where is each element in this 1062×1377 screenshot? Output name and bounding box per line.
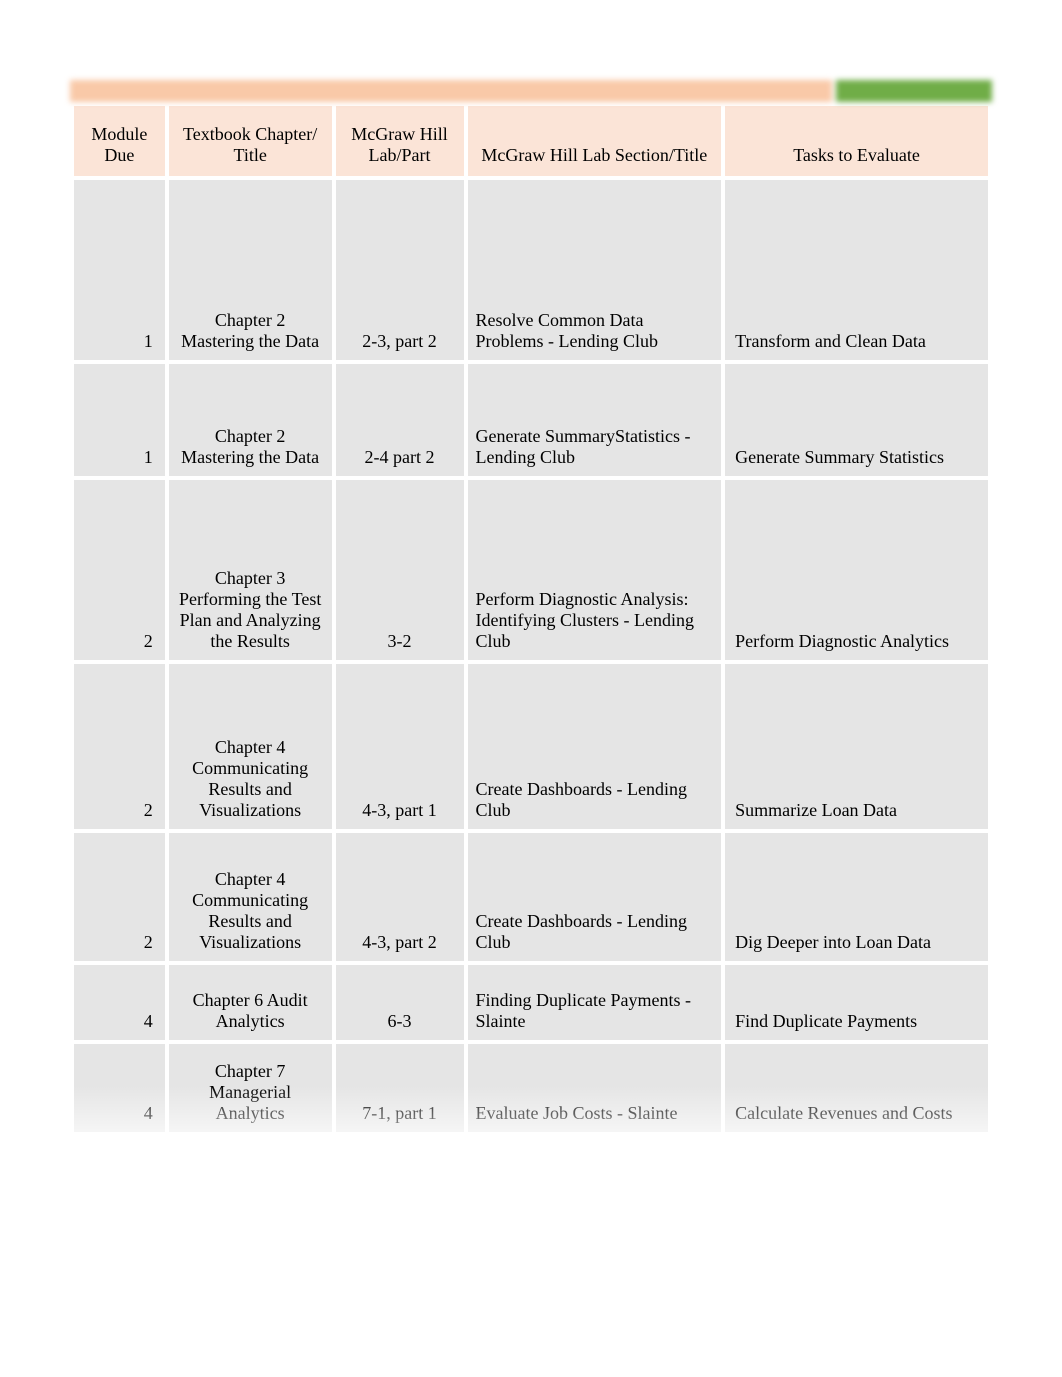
cell-lab: 7-1, part 1 [336, 1044, 464, 1132]
cell-module: 4 [74, 965, 165, 1040]
cell-section: Create Dashboards - Lending Club [468, 833, 722, 961]
schedule-table: Module Due Textbook Chapter/ Title McGra… [70, 102, 992, 1136]
cell-module: 4 [74, 1044, 165, 1132]
table-row: 2 Chapter 4 Communicating Results and Vi… [74, 833, 988, 961]
cell-lab: 6-3 [336, 965, 464, 1040]
cell-chapter: Chapter 2 Mastering the Data [169, 364, 332, 476]
cell-section: Generate SummaryStatistics - Lending Clu… [468, 364, 722, 476]
table-row: 2 Chapter 3 Performing the Test Plan and… [74, 480, 988, 660]
cell-section: Perform Diagnostic Analysis: Identifying… [468, 480, 722, 660]
table-row: 1 Chapter 2 Mastering the Data 2-3, part… [74, 180, 988, 360]
header-lab: McGraw Hill Lab/Part [336, 106, 464, 176]
cell-tasks: Find Duplicate Payments [725, 965, 988, 1040]
cell-lab: 3-2 [336, 480, 464, 660]
cell-lab: 2-3, part 2 [336, 180, 464, 360]
cell-tasks: Summarize Loan Data [725, 664, 988, 829]
table-row: 4 Chapter 7 Managerial Analytics 7-1, pa… [74, 1044, 988, 1132]
header-module: Module Due [74, 106, 165, 176]
top-accent-bar [70, 80, 992, 102]
cell-section: Resolve Common Data Problems - Lending C… [468, 180, 722, 360]
cell-chapter: Chapter 3 Performing the Test Plan and A… [169, 480, 332, 660]
table-row: 2 Chapter 4 Communicating Results and Vi… [74, 664, 988, 829]
table-row: 4 Chapter 6 Audit Analytics 6-3 Finding … [74, 965, 988, 1040]
cell-tasks: Perform Diagnostic Analytics [725, 480, 988, 660]
schedule-table-wrapper: Module Due Textbook Chapter/ Title McGra… [70, 80, 992, 1136]
cell-chapter: Chapter 4 Communicating Results and Visu… [169, 833, 332, 961]
cell-chapter: Chapter 4 Communicating Results and Visu… [169, 664, 332, 829]
header-tasks: Tasks to Evaluate [725, 106, 988, 176]
table-row: 1 Chapter 2 Mastering the Data 2-4 part … [74, 364, 988, 476]
cell-lab: 2-4 part 2 [336, 364, 464, 476]
cell-tasks: Calculate Revenues and Costs [725, 1044, 988, 1132]
cell-chapter: Chapter 6 Audit Analytics [169, 965, 332, 1040]
cell-section: Create Dashboards - Lending Club [468, 664, 722, 829]
cell-module: 2 [74, 833, 165, 961]
cell-module: 2 [74, 664, 165, 829]
cell-chapter: Chapter 2 Mastering the Data [169, 180, 332, 360]
cell-module: 1 [74, 180, 165, 360]
header-chapter: Textbook Chapter/ Title [169, 106, 332, 176]
cell-lab: 4-3, part 1 [336, 664, 464, 829]
accent-bar-peach-1 [70, 80, 611, 102]
cell-module: 2 [74, 480, 165, 660]
accent-bar-green [836, 80, 992, 102]
cell-lab: 4-3, part 2 [336, 833, 464, 961]
accent-bar-peach-2 [611, 80, 832, 102]
cell-tasks: Dig Deeper into Loan Data [725, 833, 988, 961]
cell-section: Evaluate Job Costs - Slainte [468, 1044, 722, 1132]
cell-tasks: Transform and Clean Data [725, 180, 988, 360]
cell-section: Finding Duplicate Payments - Slainte [468, 965, 722, 1040]
cell-module: 1 [74, 364, 165, 476]
header-section: McGraw Hill Lab Section/Title [468, 106, 722, 176]
cell-tasks: Generate Summary Statistics [725, 364, 988, 476]
header-row: Module Due Textbook Chapter/ Title McGra… [74, 106, 988, 176]
cell-chapter: Chapter 7 Managerial Analytics [169, 1044, 332, 1132]
